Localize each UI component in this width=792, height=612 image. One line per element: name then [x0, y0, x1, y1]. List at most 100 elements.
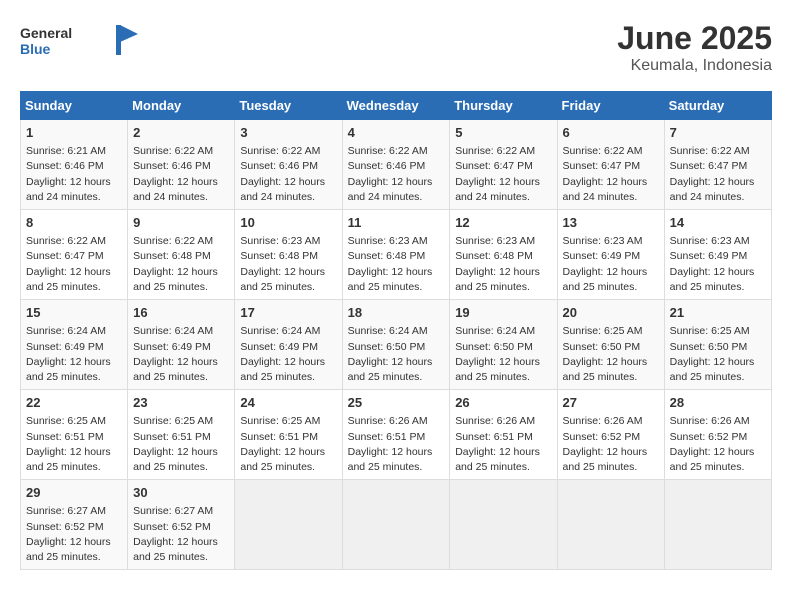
calendar-cell: 20 Sunrise: 6:25 AMSunset: 6:50 PMDayligh… — [557, 300, 664, 390]
day-info: Sunrise: 6:22 AMSunset: 6:47 PMDaylight:… — [670, 144, 766, 205]
day-number: 19 — [455, 304, 551, 322]
day-info: Sunrise: 6:23 AMSunset: 6:48 PMDaylight:… — [455, 234, 551, 295]
calendar-cell: 13 Sunrise: 6:23 AMSunset: 6:49 PMDayligh… — [557, 210, 664, 300]
month-title: June 2025 — [617, 20, 772, 57]
day-info: Sunrise: 6:27 AMSunset: 6:52 PMDaylight:… — [26, 504, 122, 565]
logo-text: General Blue — [20, 20, 140, 65]
calendar-cell — [235, 480, 342, 570]
calendar-cell: 27Sunrise: 6:26 AMSunset: 6:52 PMDayligh… — [557, 390, 664, 480]
day-number: 16 — [133, 304, 229, 322]
calendar-cell: 5Sunrise: 6:22 AMSunset: 6:47 PMDaylight… — [450, 120, 557, 210]
day-number: 4 — [348, 124, 445, 142]
calendar-cell: 9 Sunrise: 6:22 AMSunset: 6:48 PMDaylight… — [128, 210, 235, 300]
calendar-header-row: SundayMondayTuesdayWednesdayThursdayFrid… — [21, 92, 772, 120]
day-number: 1 — [26, 124, 122, 142]
day-info: Sunrise: 6:26 AMSunset: 6:51 PMDaylight:… — [455, 414, 551, 475]
day-number: 12 — [455, 214, 551, 232]
calendar-cell: 10Sunrise: 6:23 AMSunset: 6:48 PMDayligh… — [235, 210, 342, 300]
day-info: Sunrise: 6:22 AMSunset: 6:48 PMDaylight:… — [133, 234, 229, 295]
day-number: 9 — [133, 214, 229, 232]
day-number: 8 — [26, 214, 122, 232]
day-number: 3 — [240, 124, 336, 142]
day-info: Sunrise: 6:25 AMSunset: 6:50 PMDaylight:… — [563, 324, 659, 385]
calendar-cell: 4 Sunrise: 6:22 AMSunset: 6:46 PMDaylight… — [342, 120, 450, 210]
day-info: Sunrise: 6:24 AMSunset: 6:49 PMDaylight:… — [133, 324, 229, 385]
day-number: 23 — [133, 394, 229, 412]
day-number: 26 — [455, 394, 551, 412]
day-number: 10 — [240, 214, 336, 232]
day-number: 25 — [348, 394, 445, 412]
calendar-cell — [557, 480, 664, 570]
column-header-friday: Friday — [557, 92, 664, 120]
day-number: 14 — [670, 214, 766, 232]
day-info: Sunrise: 6:26 AMSunset: 6:52 PMDaylight:… — [670, 414, 766, 475]
calendar-cell: 8 Sunrise: 6:22 AMSunset: 6:47 PMDaylight… — [21, 210, 128, 300]
day-info: Sunrise: 6:22 AMSunset: 6:46 PMDaylight:… — [240, 144, 336, 205]
day-info: Sunrise: 6:24 AMSunset: 6:49 PMDaylight:… — [240, 324, 336, 385]
day-number: 30 — [133, 484, 229, 502]
day-info: Sunrise: 6:22 AMSunset: 6:47 PMDaylight:… — [26, 234, 122, 295]
day-number: 7 — [670, 124, 766, 142]
calendar-cell: 16 Sunrise: 6:24 AMSunset: 6:49 PMDayligh… — [128, 300, 235, 390]
column-header-wednesday: Wednesday — [342, 92, 450, 120]
calendar-cell: 15Sunrise: 6:24 AMSunset: 6:49 PMDayligh… — [21, 300, 128, 390]
calendar-cell: 7 Sunrise: 6:22 AMSunset: 6:47 PMDaylight… — [664, 120, 771, 210]
calendar-title-area: June 2025 Keumala, Indonesia — [617, 20, 772, 75]
calendar-week-row: 8 Sunrise: 6:22 AMSunset: 6:47 PMDaylight… — [21, 210, 772, 300]
calendar-week-row: 1 Sunrise: 6:21 AMSunset: 6:46 PMDaylight… — [21, 120, 772, 210]
day-number: 21 — [670, 304, 766, 322]
column-header-sunday: Sunday — [21, 92, 128, 120]
calendar-cell: 30 Sunrise: 6:27 AMSunset: 6:52 PMDayligh… — [128, 480, 235, 570]
day-number: 27 — [563, 394, 659, 412]
day-info: Sunrise: 6:22 AMSunset: 6:47 PMDaylight:… — [455, 144, 551, 205]
day-info: Sunrise: 6:22 AMSunset: 6:46 PMDaylight:… — [133, 144, 229, 205]
logo-icon: General Blue — [20, 20, 140, 60]
day-info: Sunrise: 6:24 AMSunset: 6:49 PMDaylight:… — [26, 324, 122, 385]
day-number: 22 — [26, 394, 122, 412]
day-info: Sunrise: 6:23 AMSunset: 6:49 PMDaylight:… — [670, 234, 766, 295]
day-info: Sunrise: 6:22 AMSunset: 6:46 PMDaylight:… — [348, 144, 445, 205]
calendar-cell: 18 Sunrise: 6:24 AMSunset: 6:50 PMDayligh… — [342, 300, 450, 390]
day-info: Sunrise: 6:21 AMSunset: 6:46 PMDaylight:… — [26, 144, 122, 205]
calendar-cell: 1 Sunrise: 6:21 AMSunset: 6:46 PMDaylight… — [21, 120, 128, 210]
day-info: Sunrise: 6:22 AMSunset: 6:47 PMDaylight:… — [563, 144, 659, 205]
day-info: Sunrise: 6:23 AMSunset: 6:49 PMDaylight:… — [563, 234, 659, 295]
day-info: Sunrise: 6:27 AMSunset: 6:52 PMDaylight:… — [133, 504, 229, 565]
column-header-monday: Monday — [128, 92, 235, 120]
calendar-week-row: 29Sunrise: 6:27 AMSunset: 6:52 PMDayligh… — [21, 480, 772, 570]
calendar-cell: 6 Sunrise: 6:22 AMSunset: 6:47 PMDaylight… — [557, 120, 664, 210]
day-info: Sunrise: 6:25 AMSunset: 6:50 PMDaylight:… — [670, 324, 766, 385]
day-number: 6 — [563, 124, 659, 142]
day-number: 17 — [240, 304, 336, 322]
calendar-table: SundayMondayTuesdayWednesdayThursdayFrid… — [20, 91, 772, 570]
calendar-cell: 28 Sunrise: 6:26 AMSunset: 6:52 PMDayligh… — [664, 390, 771, 480]
calendar-cell: 14 Sunrise: 6:23 AMSunset: 6:49 PMDayligh… — [664, 210, 771, 300]
day-info: Sunrise: 6:25 AMSunset: 6:51 PMDaylight:… — [133, 414, 229, 475]
calendar-cell: 3 Sunrise: 6:22 AMSunset: 6:46 PMDaylight… — [235, 120, 342, 210]
day-number: 18 — [348, 304, 445, 322]
day-info: Sunrise: 6:24 AMSunset: 6:50 PMDaylight:… — [455, 324, 551, 385]
calendar-cell: 22 Sunrise: 6:25 AMSunset: 6:51 PMDayligh… — [21, 390, 128, 480]
day-info: Sunrise: 6:23 AMSunset: 6:48 PMDaylight:… — [348, 234, 445, 295]
day-number: 2 — [133, 124, 229, 142]
column-header-tuesday: Tuesday — [235, 92, 342, 120]
svg-text:Blue: Blue — [20, 41, 51, 57]
day-number: 28 — [670, 394, 766, 412]
calendar-week-row: 22 Sunrise: 6:25 AMSunset: 6:51 PMDayligh… — [21, 390, 772, 480]
day-info: Sunrise: 6:25 AMSunset: 6:51 PMDaylight:… — [26, 414, 122, 475]
calendar-cell: 23 Sunrise: 6:25 AMSunset: 6:51 PMDayligh… — [128, 390, 235, 480]
page-header: General Blue June 2025 Keumala, Indonesi… — [20, 20, 772, 75]
calendar-cell: 19 Sunrise: 6:24 AMSunset: 6:50 PMDayligh… — [450, 300, 557, 390]
calendar-cell: 21 Sunrise: 6:25 AMSunset: 6:50 PMDayligh… — [664, 300, 771, 390]
calendar-cell: 29Sunrise: 6:27 AMSunset: 6:52 PMDayligh… — [21, 480, 128, 570]
calendar-week-row: 15Sunrise: 6:24 AMSunset: 6:49 PMDayligh… — [21, 300, 772, 390]
calendar-cell: 2 Sunrise: 6:22 AMSunset: 6:46 PMDaylight… — [128, 120, 235, 210]
day-number: 13 — [563, 214, 659, 232]
calendar-cell: 11Sunrise: 6:23 AMSunset: 6:48 PMDayligh… — [342, 210, 450, 300]
day-info: Sunrise: 6:25 AMSunset: 6:51 PMDaylight:… — [240, 414, 336, 475]
calendar-cell: 25Sunrise: 6:26 AMSunset: 6:51 PMDayligh… — [342, 390, 450, 480]
day-info: Sunrise: 6:24 AMSunset: 6:50 PMDaylight:… — [348, 324, 445, 385]
calendar-cell: 12 Sunrise: 6:23 AMSunset: 6:48 PMDayligh… — [450, 210, 557, 300]
logo: General Blue — [20, 20, 140, 65]
day-number: 20 — [563, 304, 659, 322]
